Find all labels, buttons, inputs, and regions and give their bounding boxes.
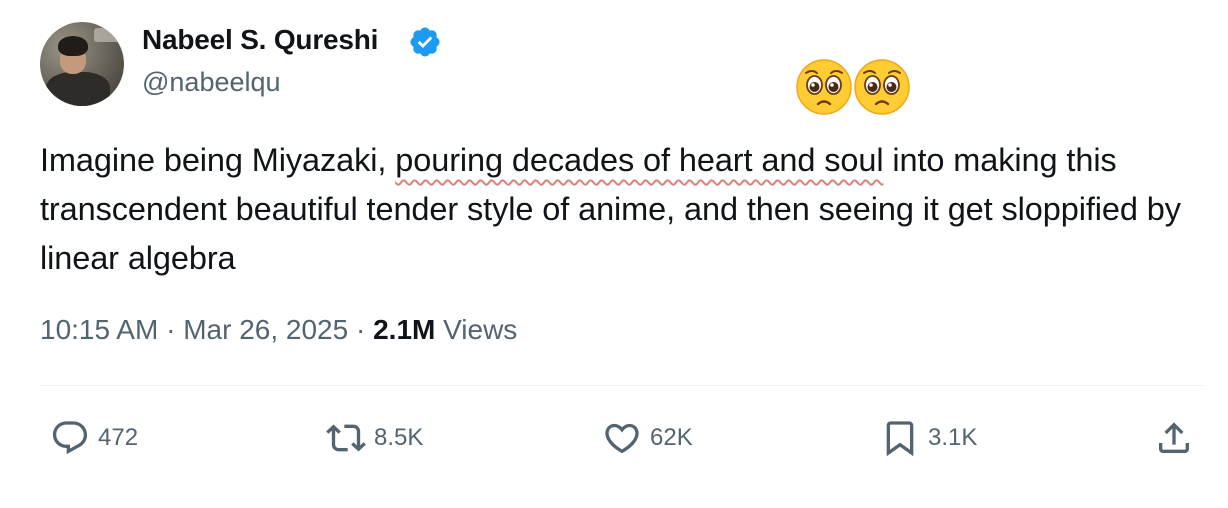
views-label: Views — [443, 314, 518, 345]
like-icon — [605, 423, 639, 454]
tweet-date[interactable]: Mar 26, 2025 — [183, 314, 348, 345]
author-handle[interactable]: @nabeelqu — [142, 67, 281, 98]
author-display-name[interactable]: Nabeel S. Qureshi — [142, 24, 378, 56]
avatar-body — [46, 72, 110, 106]
tweet-text-underlined: pouring decades of heart and soul — [395, 142, 884, 178]
share-icon — [1159, 422, 1189, 453]
avatar-hair — [58, 36, 88, 56]
avatar-background-logo — [94, 28, 120, 42]
avatar[interactable] — [40, 22, 124, 106]
bookmark-button[interactable]: 3.1K — [880, 416, 977, 460]
verified-badge-icon — [410, 27, 440, 57]
meta-separator: · — [355, 314, 366, 345]
bookmark-count: 3.1K — [928, 424, 978, 451]
like-count: 62K — [650, 424, 693, 451]
repost-icon — [326, 424, 366, 452]
tweet-meta: 10:15 AM · Mar 26, 2025 · 2.1M Views — [40, 314, 517, 346]
tweet-text-start: Imagine being Miyazaki, — [40, 142, 396, 178]
share-button[interactable] — [1154, 416, 1194, 460]
tweet-time[interactable]: 10:15 AM — [40, 314, 158, 345]
tweet-text: Imagine being Miyazaki, pouring decades … — [40, 136, 1210, 283]
reply-count: 472 — [98, 424, 139, 451]
repost-count: 8.5K — [374, 424, 424, 451]
pleading-face-emoji — [796, 59, 852, 115]
pleading-face-emoji-pair — [795, 58, 911, 116]
reply-button[interactable]: 472 — [50, 416, 138, 460]
repost-button[interactable]: 8.5K — [326, 416, 423, 460]
like-button[interactable]: 62K — [602, 416, 693, 460]
bookmark-icon — [886, 421, 914, 457]
tweet-card: Nabeel S. Qureshi @nabeelqu Imagine bein… — [0, 0, 1228, 508]
reply-icon — [52, 421, 88, 455]
views-count: 2.1M — [373, 314, 436, 345]
meta-separator: · — [166, 314, 176, 345]
pleading-face-emoji — [854, 59, 910, 115]
divider — [40, 385, 1204, 386]
